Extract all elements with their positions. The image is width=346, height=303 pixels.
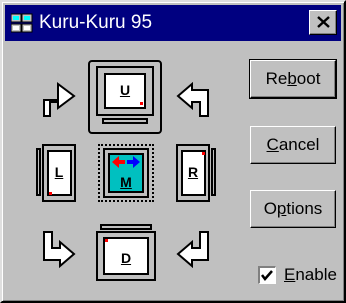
- enable-mnemonic: E: [284, 265, 296, 284]
- monitor-right[interactable]: R: [176, 144, 216, 202]
- reboot-label-post: oot: [296, 69, 321, 88]
- monitor-middle[interactable]: M: [98, 144, 154, 202]
- options-button[interactable]: Options: [250, 190, 336, 228]
- checkmark-icon: [261, 270, 273, 281]
- close-icon: [317, 16, 330, 28]
- options-mnemonic: p: [276, 199, 287, 218]
- options-label-post: tions: [286, 199, 323, 218]
- monitor-left-label: L: [54, 164, 64, 180]
- arrow-lower-right-icon: [176, 231, 209, 268]
- dialog-window: Kuru-Kuru 95 U L M R D Reboot Cancel Opt…: [0, 0, 346, 303]
- options-label-pre: O: [263, 199, 277, 218]
- monitor-down-label: D: [120, 250, 132, 266]
- cancel-button[interactable]: Cancel: [250, 126, 336, 164]
- monitor-middle-label: M: [120, 174, 132, 190]
- cancel-label-post: ancel: [278, 135, 320, 154]
- monitor-left[interactable]: L: [36, 144, 76, 202]
- enable-label[interactable]: Enable: [284, 264, 337, 286]
- monitor-up[interactable]: U: [88, 60, 162, 134]
- title-bar[interactable]: Kuru-Kuru 95: [5, 5, 341, 41]
- reboot-mnemonic: b: [287, 69, 297, 88]
- arrow-lower-left-icon: [43, 231, 76, 268]
- monitor-right-label: R: [187, 164, 199, 180]
- window-title: Kuru-Kuru 95: [39, 12, 153, 33]
- close-button[interactable]: [309, 10, 337, 35]
- swap-arrows-icon: [112, 156, 140, 168]
- reboot-label-pre: Re: [265, 69, 288, 88]
- cancel-mnemonic: C: [266, 135, 279, 154]
- monitor-up-label: U: [119, 82, 131, 98]
- enable-label-post: nable: [295, 265, 337, 284]
- enable-checkbox[interactable]: [258, 266, 276, 284]
- app-icon: [10, 13, 33, 33]
- reboot-button[interactable]: Reboot: [249, 59, 337, 99]
- monitor-down[interactable]: D: [96, 224, 156, 282]
- arrow-upper-right-icon: [176, 82, 209, 117]
- arrow-upper-left-icon: [43, 82, 76, 117]
